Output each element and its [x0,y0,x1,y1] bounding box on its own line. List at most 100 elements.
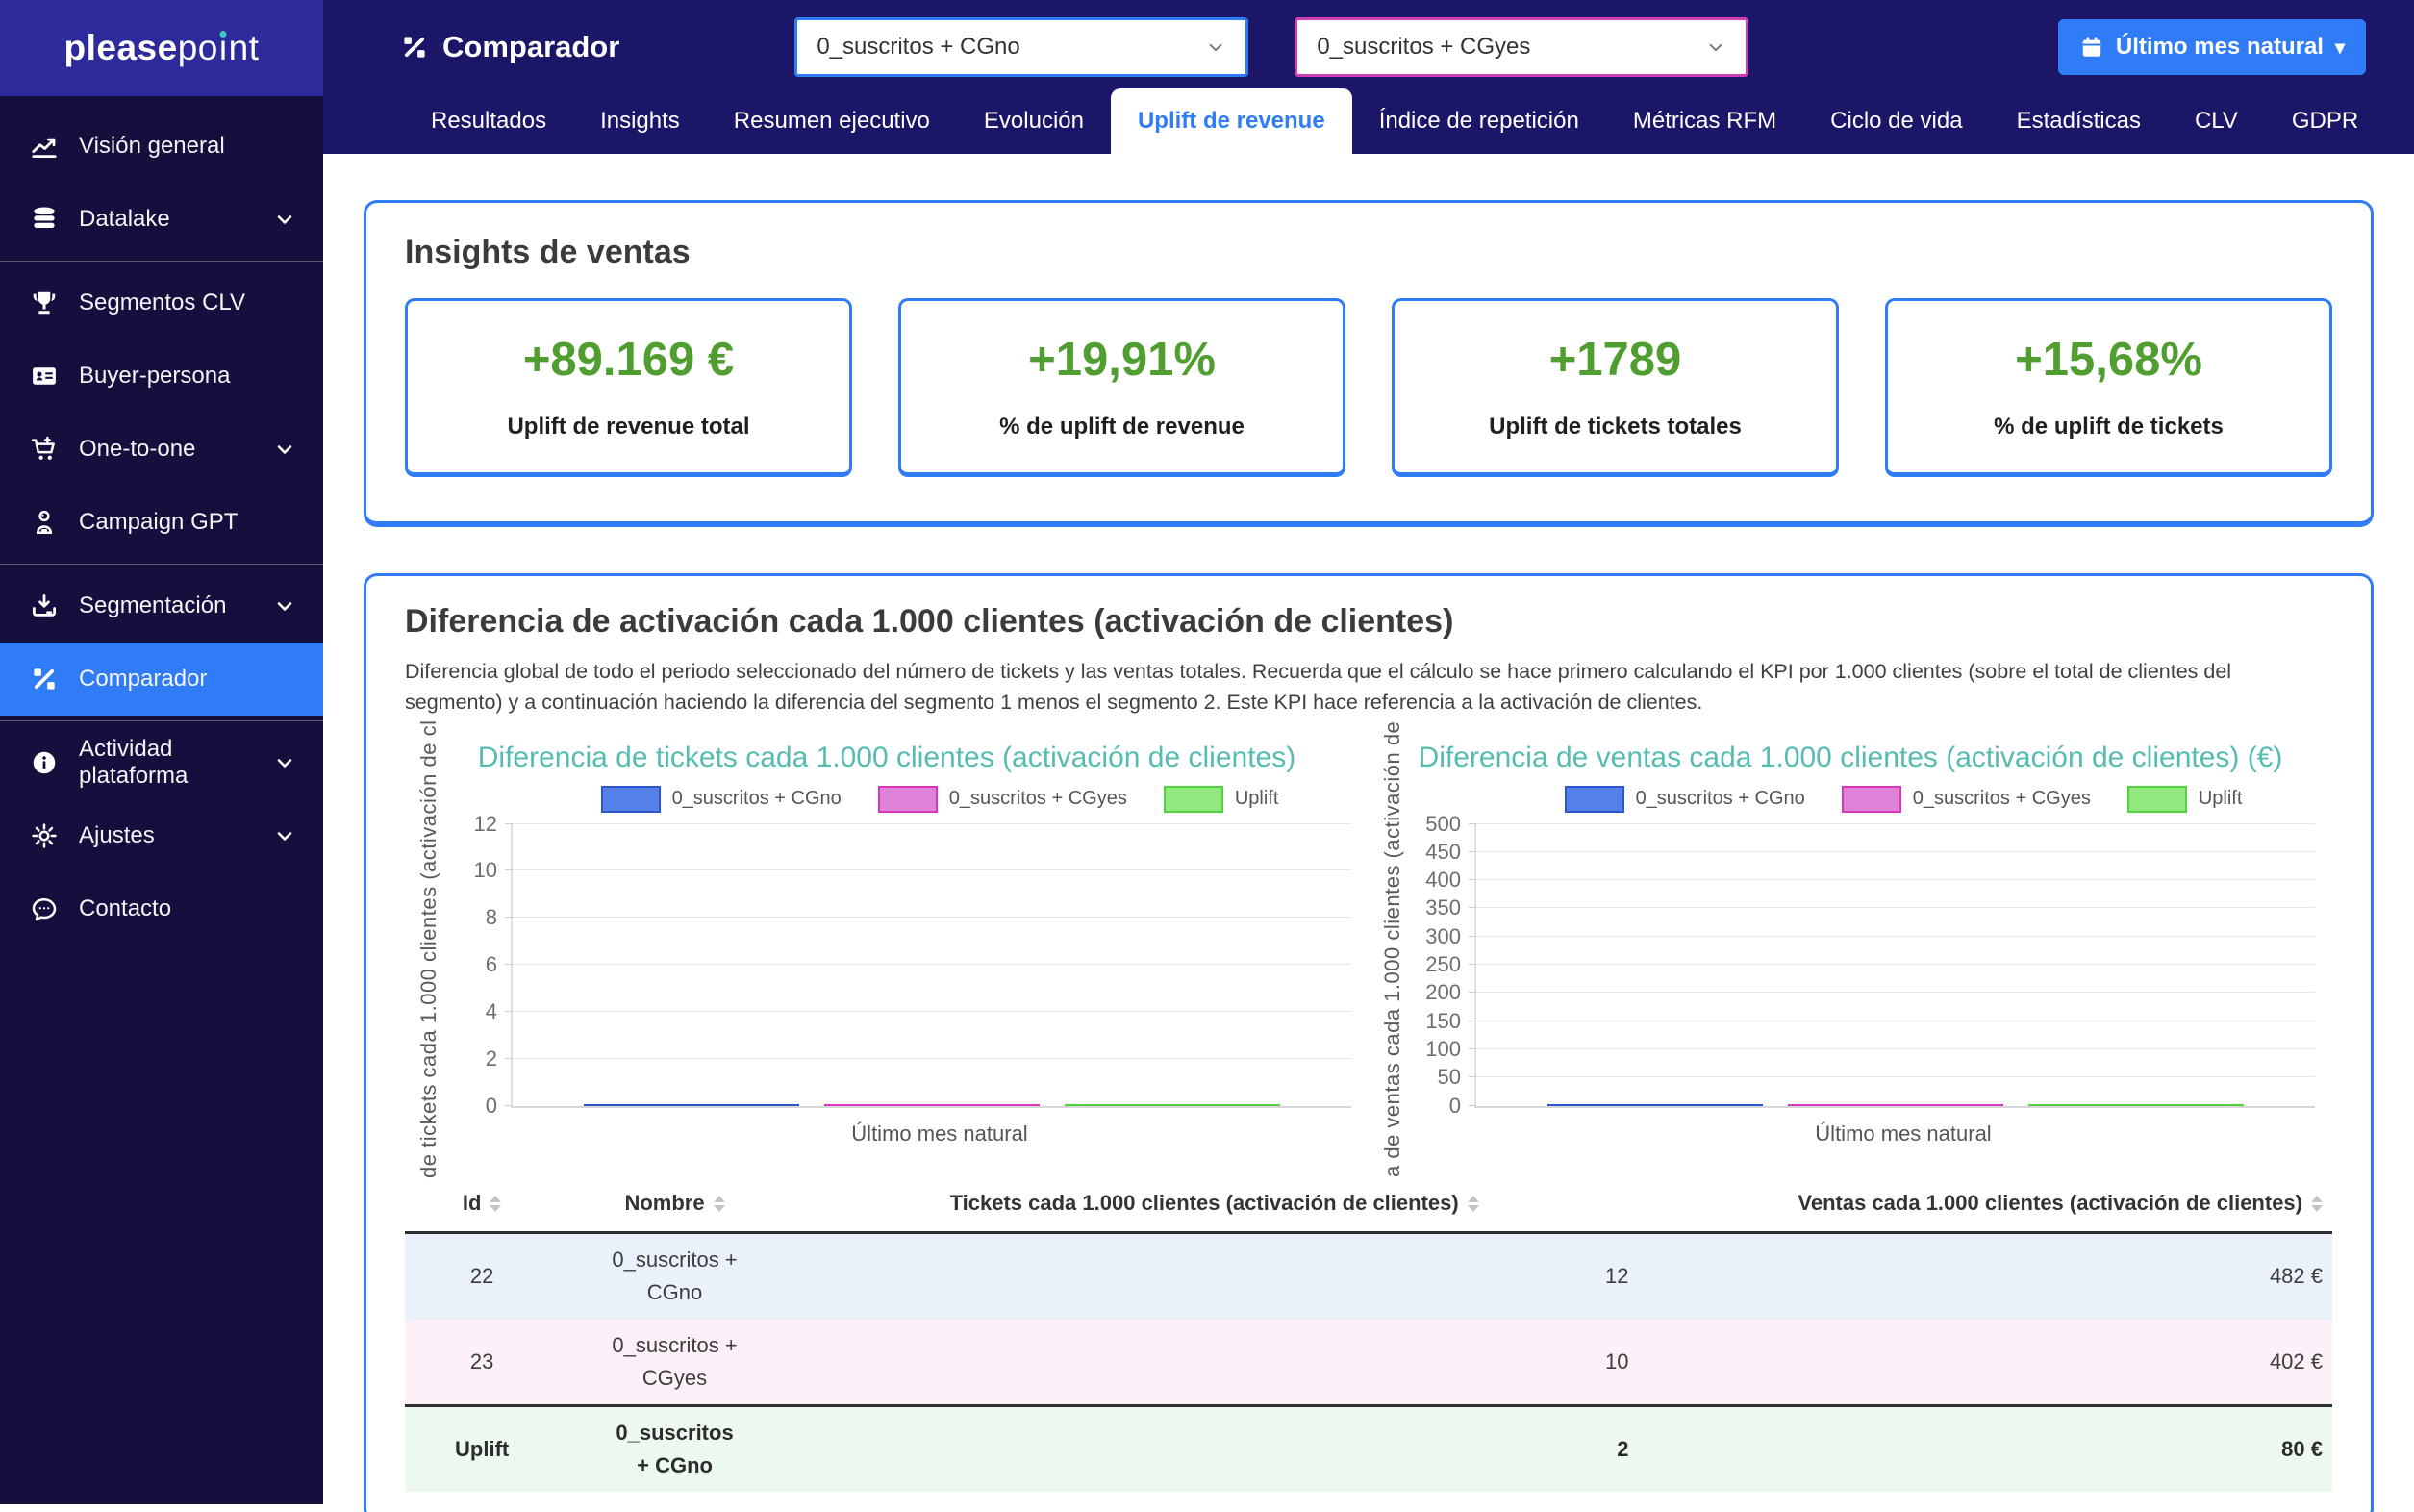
sidebar-item-buyer-persona[interactable]: Buyer-persona [0,340,323,413]
sidebar-item-segmentacion[interactable]: Segmentación [0,569,323,643]
caret-down-icon: ▾ [2334,37,2345,59]
legend-label: 0_suscritos + CGno [1635,788,1805,809]
sidebar-item-contacto[interactable]: Contacto [0,872,323,945]
database-icon [29,205,60,234]
nombre-line: + CGno [637,1452,713,1477]
segment2-select[interactable]: 0_suscritos + CGyes [1295,17,1749,77]
y-tick-label: 50 [1437,1065,1461,1090]
chart-plot-wrap: 0 2 4 6 8 10 12 [474,813,1351,1116]
y-tick-label: 12 [473,811,497,836]
charts-row: Diferencia de tickets cada 1.000 cliente… [405,719,2332,1177]
gridline [513,917,1351,919]
cell-tickets: 10 [1605,1348,1629,1373]
y-tick-label: 8 [485,905,497,930]
chart-tickets: Diferencia de tickets cada 1.000 cliente… [405,719,1369,1177]
legend-label: 0_suscritos + CGno [671,788,842,809]
nombre-line: CGyes [641,1365,708,1390]
chevron-down-icon [269,751,300,774]
legend-item-0-suscritos-cgno[interactable]: 0_suscritos + CGno [1564,785,1805,813]
sidebar-item-one-to-one[interactable]: One-to-one [0,413,323,486]
tab-estadisticas[interactable]: Estadísticas [1990,88,2168,154]
chart-plot-wrap: 0 50 100 150 200 250 300 350 400 450 500 [1425,813,2315,1116]
column-header-id[interactable]: Id [405,1175,559,1233]
sidebar-item-label: Contacto [79,895,172,921]
gridline [1476,1047,2315,1049]
sidebar-item-campaign-gpt[interactable]: Campaign GPT [0,486,323,559]
column-header-ventas-cada-1-000-clientes-activacion-de-clientes[interactable]: Ventas cada 1.000 clientes (activación d… [1639,1175,2332,1233]
cell-tickets: 12 [1605,1263,1629,1288]
column-header-nombre[interactable]: Nombre [559,1175,790,1233]
chat-icon [29,895,60,923]
tab-resumen-ejecutivo[interactable]: Resumen ejecutivo [707,88,957,154]
period-button[interactable]: Último mes natural ▾ [2057,19,2366,75]
sidebar-item-label: Actividad plataforma [79,736,189,789]
legend-item-0-suscritos-cgyes[interactable]: 0_suscritos + CGyes [877,785,1127,813]
sidebar-item-segmentos-clv[interactable]: Segmentos CLV [0,266,323,340]
legend-label: Uplift [2198,788,2243,809]
tab-resultados[interactable]: Resultados [404,88,573,154]
sidebar-item-actividad-plataforma[interactable]: Actividad plataforma [0,726,323,799]
sidebar-item-ajustes[interactable]: Ajustes [0,799,323,872]
legend-item-uplift[interactable]: Uplift [1163,785,1278,813]
y-tick-label: 6 [485,952,497,976]
sort-icon[interactable] [713,1196,725,1213]
legend-label: 0_suscritos + CGyes [1912,788,2091,809]
chart-x-axis-label: Último mes natural [851,1121,1028,1146]
y-tick-label: 400 [1425,868,1461,893]
y-tick-mark [505,964,513,965]
legend-item-uplift[interactable]: Uplift [2126,785,2243,813]
tab-metricas-rfm[interactable]: Métricas RFM [1606,88,1803,154]
sidebar-item-datalake[interactable]: Datalake [0,183,323,256]
cell-id: 23 [469,1348,494,1373]
logo-text-rest: poı nt [177,28,260,67]
segment1-value: 0_suscritos + CGno [817,34,1020,60]
tab-clv[interactable]: CLV [2168,88,2265,154]
kpi-label: % de uplift de revenue [999,414,1245,440]
column-header-tickets-cada-1-000-clientes-activacion-de-clientes[interactable]: Tickets cada 1.000 clientes (activación … [791,1175,1639,1233]
legend-label: 0_suscritos + CGyes [948,788,1127,809]
gridline [513,1010,1351,1012]
legend-item-0-suscritos-cgno[interactable]: 0_suscritos + CGno [600,785,842,813]
y-tick-mark [1469,1047,1476,1049]
legend-swatch [1841,785,1901,813]
legend-item-0-suscritos-cgyes[interactable]: 0_suscritos + CGyes [1841,785,2091,813]
chart-y-axis-label: a de ventas cada 1.000 clientes (activac… [1380,719,1404,1177]
insights-card: Insights de ventas +89.169 € Uplift de re… [364,200,2374,527]
tab-evolucion[interactable]: Evolución [957,88,1111,154]
period-button-label: Último mes natural [2115,34,2324,60]
table-header: Id Nombre Tickets cada 1.000 clientes (act… [405,1175,2332,1233]
column-header-label: Ventas cada 1.000 clientes (activación d… [1798,1190,2302,1215]
y-tick-mark [1469,964,1476,965]
sidebar-item-vision-general[interactable]: Visión general [0,110,323,183]
sidebar-item-comparador[interactable]: Comparador [0,643,323,716]
sort-icon[interactable] [2311,1196,2323,1213]
cell-ventas: 482 € [2269,1263,2323,1288]
y-tick-label: 450 [1425,839,1461,864]
tab-ciclo-de-vida[interactable]: Ciclo de vida [1803,88,1989,154]
legend-swatch [600,785,661,813]
y-tick-mark [1469,850,1476,852]
insights-title: Insights de ventas [405,234,691,270]
chart-plot-area: 0 50 100 150 200 250 300 350 400 450 500 [1425,813,2315,1116]
tab-insights[interactable]: Insights [573,88,707,154]
y-tick-mark [505,1010,513,1012]
tab-gdpr[interactable]: GDPR [2265,88,2385,154]
legend-swatch [1163,785,1223,813]
logo[interactable]: please poı nt [0,0,323,96]
y-tick-mark [505,1104,513,1106]
y-tick-label: 10 [473,858,497,883]
gridline [1476,907,2315,909]
main-area: Comparador 0_suscritos + CGno 0_suscrito… [323,0,2414,1512]
segment2-value: 0_suscritos + CGyes [1317,34,1531,60]
tab-indice-de-repeticion[interactable]: Índice de repetición [1352,88,1606,154]
app-root: please poı nt Visión general Datalake Segmen… [0,0,2414,1512]
sort-icon[interactable] [490,1196,502,1213]
sort-icon[interactable] [1467,1196,1479,1213]
segment1-select[interactable]: 0_suscritos + CGno [794,17,1249,77]
tab-uplift-de-revenue[interactable]: Uplift de revenue [1110,88,1352,154]
y-tick-label: 250 [1425,952,1461,976]
nombre-line: 0_suscritos [616,1420,734,1445]
sidebar-item-label: Segmentación [79,592,227,618]
comparison-table: Id Nombre Tickets cada 1.000 clientes (act… [405,1175,2332,1493]
trophy-icon [29,289,60,317]
